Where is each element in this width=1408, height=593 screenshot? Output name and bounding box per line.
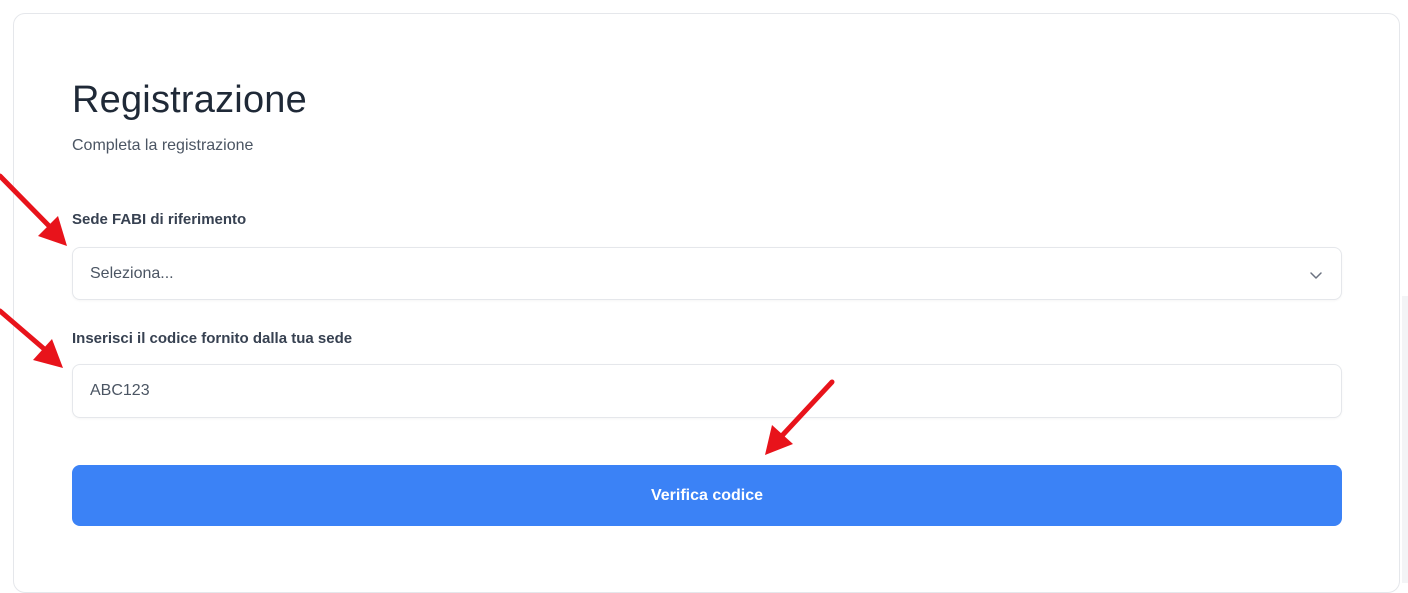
- sede-select-value: Seleziona...: [90, 265, 174, 282]
- codice-input[interactable]: [72, 364, 1342, 418]
- sede-label: Sede FABI di riferimento: [72, 211, 247, 228]
- page-subtitle: Completa la registrazione: [72, 137, 254, 154]
- verify-button[interactable]: Verifica codice: [72, 465, 1342, 526]
- scrollbar[interactable]: [1402, 296, 1408, 583]
- sede-select[interactable]: Seleziona...: [72, 247, 1342, 300]
- chevron-down-icon: [1310, 272, 1322, 279]
- page-title: Registrazione: [72, 79, 307, 121]
- codice-label: Inserisci il codice fornito dalla tua se…: [72, 330, 353, 347]
